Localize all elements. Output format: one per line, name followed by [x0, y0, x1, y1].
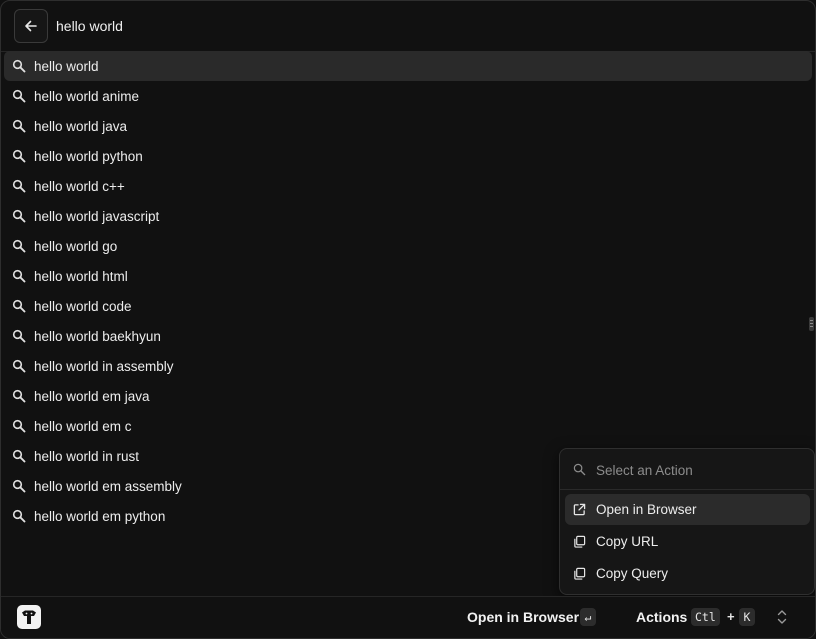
search-icon: [12, 269, 26, 283]
action-search-bar: [560, 449, 814, 490]
actions-button[interactable]: Actions: [636, 609, 687, 625]
list-item[interactable]: hello world c++: [4, 171, 812, 201]
list-item-label: hello world code: [34, 298, 132, 314]
list-item-label: hello world: [34, 58, 99, 74]
search-icon: [12, 389, 26, 403]
list-item[interactable]: hello world go: [4, 231, 812, 261]
list-item-label: hello world em java: [34, 388, 150, 404]
list-item[interactable]: hello world python: [4, 141, 812, 171]
search-icon: [12, 179, 26, 193]
list-item-label: hello world c++: [34, 178, 125, 194]
action-copy-url[interactable]: Copy URL: [565, 526, 810, 557]
search-icon: [12, 359, 26, 373]
back-button[interactable]: [14, 9, 48, 43]
search-input[interactable]: [56, 16, 556, 36]
copy-icon: [574, 567, 586, 580]
open-external-icon: [573, 503, 586, 516]
list-item[interactable]: hello world baekhyun: [4, 321, 812, 351]
list-item[interactable]: hello world: [4, 51, 812, 81]
search-icon: [12, 209, 26, 223]
resize-handle[interactable]: [809, 317, 814, 331]
search-icon: [12, 509, 26, 523]
list-item-label: hello world in rust: [34, 448, 140, 464]
list-item-label: hello world em python: [34, 508, 166, 524]
search-icon: [12, 149, 26, 163]
list-item[interactable]: hello world javascript: [4, 201, 812, 231]
search-icon: [12, 59, 26, 73]
list-item[interactable]: hello world code: [4, 291, 812, 321]
action-label: Copy Query: [596, 566, 669, 581]
search-icon: [573, 463, 586, 476]
launcher-window: hello world hello world anime hello worl…: [0, 0, 816, 639]
footer-bar: Open in Browser ↵ Actions Ctl + K: [1, 596, 815, 638]
copy-icon: [574, 535, 586, 548]
action-copy-query[interactable]: Copy Query: [565, 558, 810, 589]
list-item[interactable]: hello world em c: [4, 411, 812, 441]
list-item-label: hello world em assembly: [34, 478, 182, 494]
action-label: Open in Browser: [596, 502, 697, 517]
list-item-label: hello world html: [34, 268, 128, 284]
search-icon: [12, 479, 26, 493]
list-item-label: hello world java: [34, 118, 128, 134]
action-open-in-browser[interactable]: Open in Browser: [565, 494, 810, 525]
list-item[interactable]: hello world java: [4, 111, 812, 141]
enter-key-hint: ↵: [580, 608, 596, 626]
action-search-input[interactable]: [596, 461, 796, 479]
list-item-label: hello world in assembly: [34, 358, 174, 374]
search-icon: [12, 329, 26, 343]
k-key-hint: K: [739, 608, 755, 626]
list-item[interactable]: hello world anime: [4, 81, 812, 111]
action-panel: Open in Browser Copy URL Copy Query: [559, 448, 815, 595]
app-logo-icon: [17, 605, 41, 629]
list-item[interactable]: hello world in assembly: [4, 351, 812, 381]
list-item[interactable]: hello world html: [4, 261, 812, 291]
list-item-label: hello world javascript: [34, 208, 160, 224]
arrow-left-icon: [25, 20, 37, 32]
plus-separator: +: [727, 609, 735, 624]
list-item-label: hello world baekhyun: [34, 328, 161, 344]
search-icon: [12, 419, 26, 433]
list-item[interactable]: hello world em java: [4, 381, 812, 411]
search-icon: [12, 89, 26, 103]
chevron-up-down-icon[interactable]: [776, 608, 788, 626]
primary-action-button[interactable]: Open in Browser: [467, 609, 579, 625]
search-icon: [12, 239, 26, 253]
search-icon: [12, 449, 26, 463]
search-icon: [12, 119, 26, 133]
list-item-label: hello world em c: [34, 418, 132, 434]
search-icon: [12, 299, 26, 313]
search-bar: [1, 1, 815, 52]
ctrl-key-hint: Ctl: [691, 608, 720, 626]
list-item-label: hello world go: [34, 238, 118, 254]
list-item-label: hello world anime: [34, 88, 140, 104]
action-label: Copy URL: [596, 534, 659, 549]
list-item-label: hello world python: [34, 148, 143, 164]
